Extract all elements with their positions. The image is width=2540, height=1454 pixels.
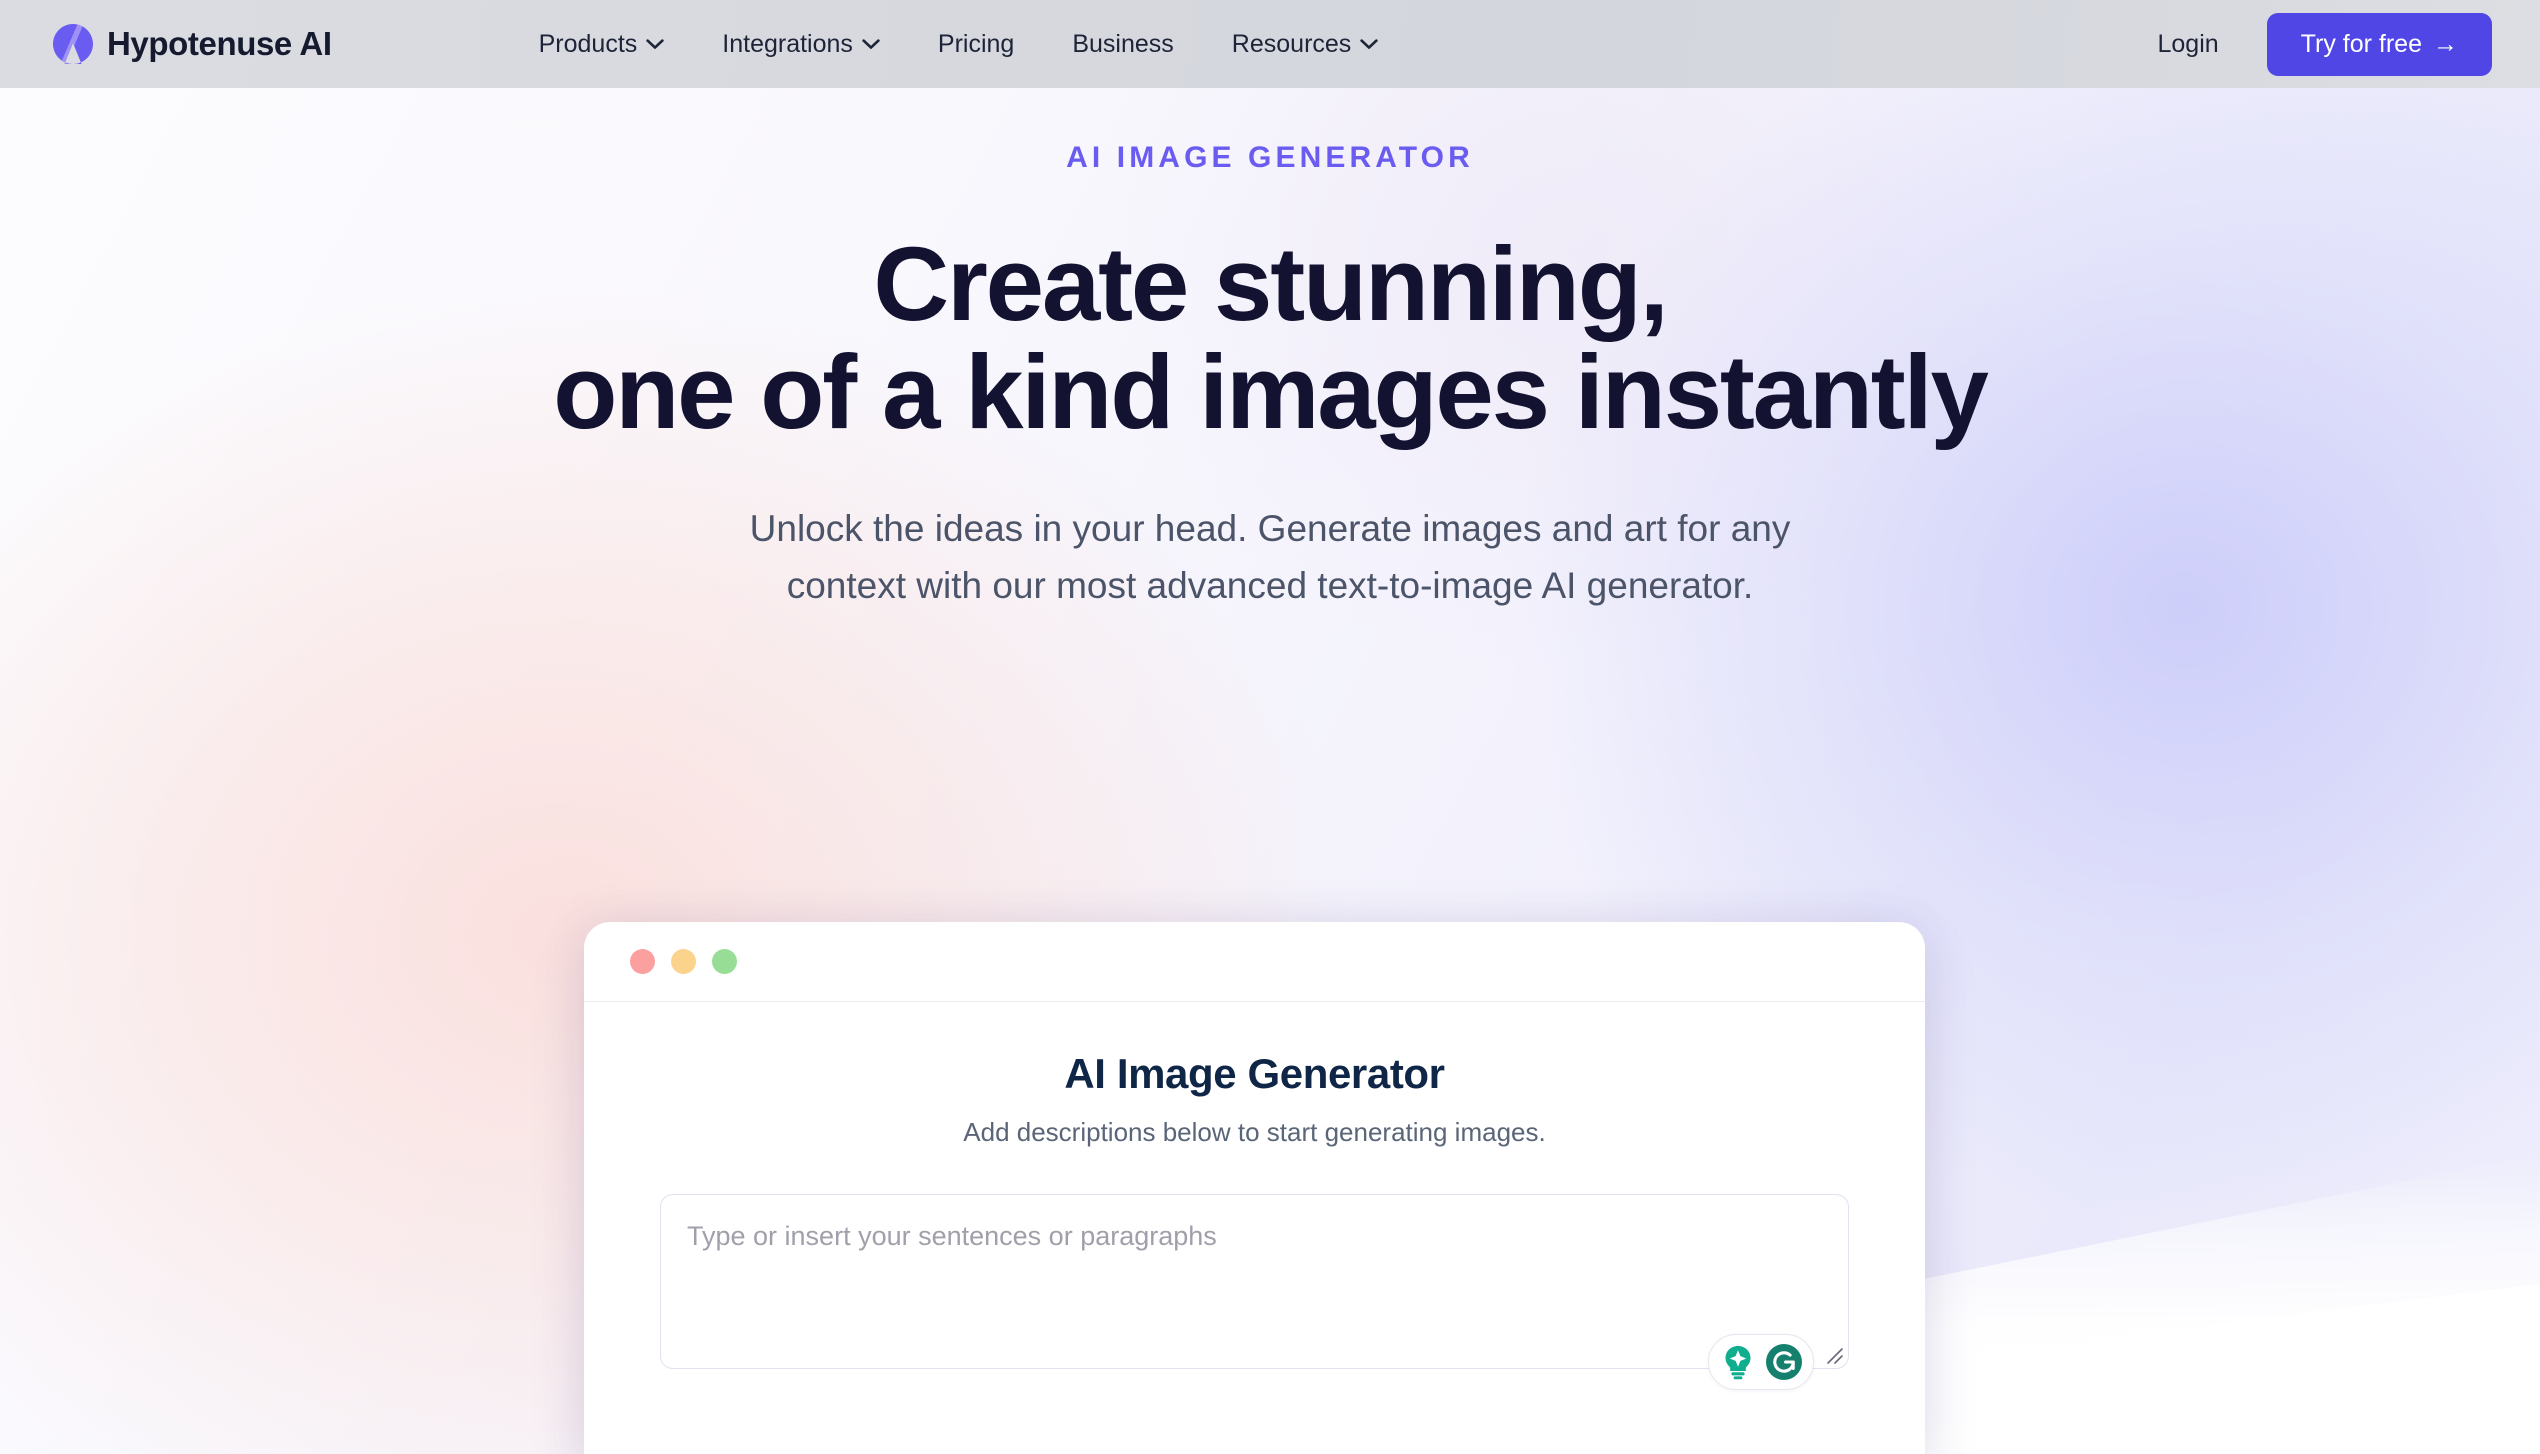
textarea-resize-handle[interactable] [1822, 1343, 1844, 1365]
app-preview-window: AI Image Generator Add descriptions belo… [584, 922, 1925, 1454]
headline-line-1: Create stunning, [873, 226, 1668, 343]
nav-item-resources-label: Resources [1231, 29, 1352, 58]
nav-item-integrations-label: Integrations [722, 29, 853, 58]
hero-eyebrow: AI IMAGE GENERATOR [1066, 141, 1474, 174]
top-navigation-bar: Hypotenuse AI Products Integrations Pric… [0, 0, 2540, 88]
nav-item-pricing-label: Pricing [937, 29, 1015, 58]
maximize-dot-icon[interactable] [712, 949, 737, 974]
arrow-right-icon: → [2433, 29, 2458, 58]
nav-item-resources[interactable]: Resources [1203, 20, 1408, 69]
grammarly-logo-icon[interactable] [1763, 1341, 1805, 1383]
grammarly-assistant-pill[interactable] [1708, 1334, 1814, 1390]
chevron-down-icon [862, 38, 880, 49]
login-link[interactable]: Login [2132, 20, 2245, 69]
try-for-free-button[interactable]: Try for free → [2266, 12, 2492, 76]
grammarly-lightbulb-icon[interactable] [1717, 1341, 1759, 1383]
brand-logo-link[interactable]: Hypotenuse AI [52, 23, 332, 65]
prompt-textarea[interactable]: Type or insert your sentences or paragra… [660, 1194, 1849, 1390]
chevron-down-icon [1360, 38, 1378, 49]
nav-item-integrations[interactable]: Integrations [693, 20, 909, 69]
chevron-down-icon [646, 38, 664, 49]
headline-line-2: one of a kind images instantly [553, 334, 1989, 452]
nav-item-products[interactable]: Products [510, 20, 694, 69]
generator-title: AI Image Generator [1064, 1050, 1445, 1097]
page-root: Hypotenuse AI Products Integrations Pric… [0, 0, 2540, 1454]
nav-item-products-label: Products [538, 29, 638, 58]
primary-nav-links: Products Integrations Pricing Business R… [510, 20, 1408, 69]
generator-subtitle: Add descriptions below to start generati… [963, 1117, 1546, 1147]
brand-name: Hypotenuse AI [107, 25, 332, 62]
try-for-free-label: Try for free [2300, 29, 2422, 58]
prompt-placeholder-text: Type or insert your sentences or paragra… [687, 1221, 1217, 1251]
close-dot-icon[interactable] [630, 949, 655, 974]
nav-item-pricing[interactable]: Pricing [909, 20, 1043, 69]
hero-section: AI IMAGE GENERATOR Create stunning, one … [0, 88, 2540, 615]
window-content: AI Image Generator Add descriptions belo… [584, 1002, 1925, 1390]
subheading-line-2: context with our most advanced text-to-i… [786, 564, 1754, 606]
hypotenuse-logo-icon [53, 24, 93, 64]
nav-item-business-label: Business [1072, 29, 1174, 58]
nav-item-business[interactable]: Business [1043, 20, 1202, 69]
minimize-dot-icon[interactable] [671, 949, 696, 974]
subheading-line-1: Unlock the ideas in your head. Generate … [749, 508, 1791, 550]
page-title: Create stunning, one of a kind images in… [0, 230, 2540, 447]
window-titlebar [584, 922, 1925, 1002]
hero-subheading: Unlock the ideas in your head. Generate … [0, 501, 2540, 614]
nav-actions: Login Try for free → [2132, 12, 2492, 76]
